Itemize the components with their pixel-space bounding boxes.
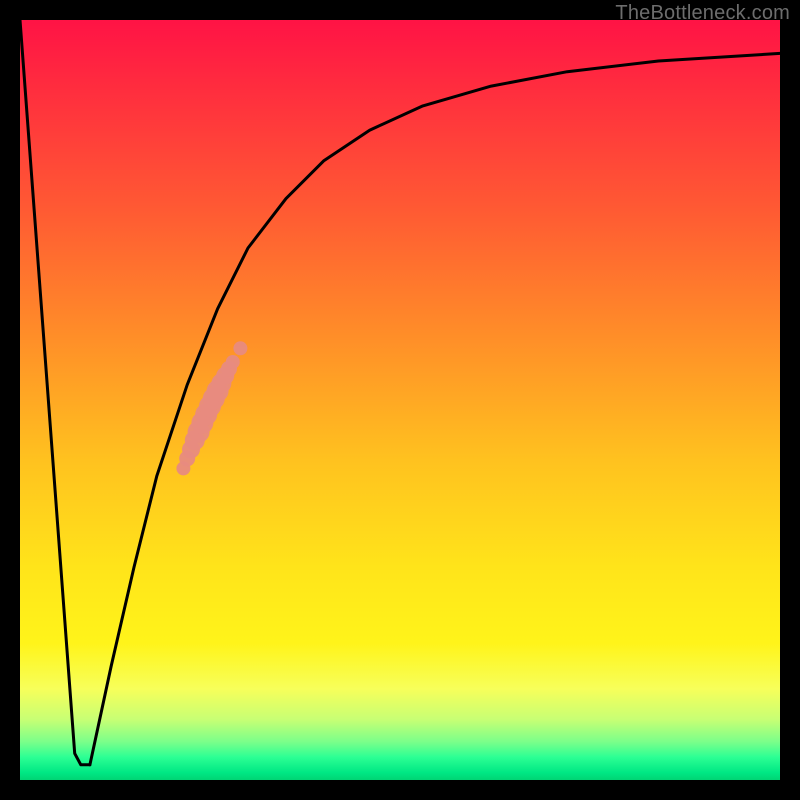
bottleneck-curve [20, 20, 90, 765]
marker-dot [226, 355, 240, 369]
bottleneck-curve-right [90, 53, 780, 764]
chart-frame: TheBottleneck.com [0, 0, 800, 800]
marker-group [176, 341, 247, 475]
plot-area [20, 20, 780, 780]
chart-svg [20, 20, 780, 780]
curve-group [20, 20, 780, 765]
marker-dot [233, 341, 247, 355]
